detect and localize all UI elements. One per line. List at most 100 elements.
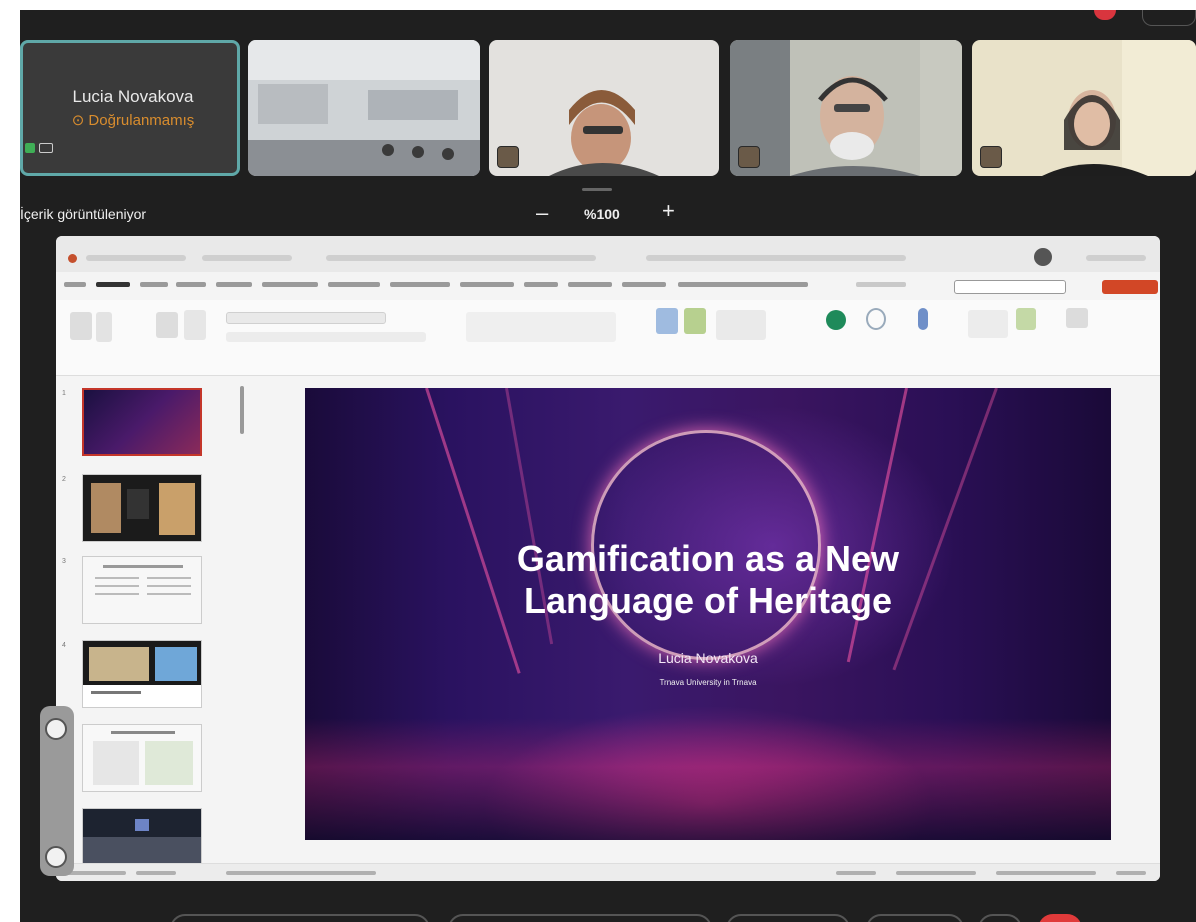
notes-button[interactable]	[836, 871, 876, 875]
quick-access-toolbar	[202, 255, 292, 261]
top-right-button[interactable]	[1142, 10, 1196, 26]
drawing-tools[interactable]	[716, 310, 766, 340]
sensitivity-tools[interactable]	[968, 310, 1008, 338]
designer-icon[interactable]	[826, 310, 846, 330]
paragraph-tools[interactable]	[466, 312, 616, 342]
tab-animations[interactable]	[328, 282, 380, 287]
participant-tile-4[interactable]	[972, 40, 1196, 176]
tab-home[interactable]	[96, 282, 130, 287]
thumbnail-image	[95, 565, 191, 595]
slide-title: Gamification as a New Language of Herita…	[305, 538, 1111, 622]
rotate-icon[interactable]	[45, 718, 67, 740]
paste-icon[interactable]	[70, 312, 92, 340]
slide-institution: Trnava University in Trnava	[659, 678, 757, 687]
slide-author: Lucia Novakova	[658, 650, 758, 666]
more-button[interactable]	[866, 914, 964, 922]
slide-title-line: Gamification as a New	[516, 538, 900, 579]
slide-thumbnail[interactable]	[82, 640, 202, 708]
zoom-slider[interactable]	[996, 871, 1096, 875]
zoom-in-button[interactable]: +	[662, 198, 675, 224]
settings-icon[interactable]	[45, 846, 67, 868]
font-format-tools[interactable]	[226, 332, 426, 342]
video-feed	[730, 40, 962, 176]
thumb-number: 3	[62, 558, 66, 565]
share-controls[interactable]	[448, 914, 712, 922]
light-beam	[892, 388, 998, 671]
floating-control-panel	[40, 706, 74, 876]
slide-thumbnail[interactable]	[82, 474, 202, 542]
tab-draw[interactable]	[176, 282, 206, 287]
extra-tools[interactable]	[1066, 308, 1088, 328]
share-button[interactable]	[1102, 280, 1158, 294]
tab-help[interactable]	[622, 282, 666, 287]
tile-scroll-indicator[interactable]	[582, 188, 612, 191]
participant-tile-self[interactable]: Lucia Novakova ⊙ Doğrulanmamış	[20, 40, 240, 176]
captions-icon	[39, 143, 53, 153]
search-box	[646, 255, 906, 261]
window-controls[interactable]	[1086, 255, 1146, 261]
tab-file[interactable]	[64, 282, 86, 287]
tab-record[interactable]	[460, 282, 514, 287]
zoom-out-button[interactable]: –	[536, 200, 548, 226]
mic-icon	[25, 143, 35, 153]
fit-slide-button[interactable]	[1116, 871, 1146, 875]
slide-thumbnail[interactable]	[82, 556, 202, 624]
dictate-icon[interactable]	[918, 308, 928, 330]
slide-thumbnail[interactable]	[82, 724, 202, 792]
video-feed	[248, 40, 480, 176]
participant-tile-3[interactable]	[730, 40, 962, 176]
meeting-window: Lucia Novakova ⊙ Doğrulanmamış İçerik gö…	[20, 10, 1196, 922]
layout-tools[interactable]	[184, 310, 206, 340]
video-feed	[972, 40, 1196, 176]
tab-view[interactable]	[568, 282, 612, 287]
participant-tile-2[interactable]	[489, 40, 719, 176]
tab-extra[interactable]	[856, 282, 906, 287]
zoom-level: %100	[584, 206, 620, 222]
tab-addin[interactable]	[678, 282, 808, 287]
status-bar	[56, 863, 1160, 881]
light-beam	[425, 388, 521, 674]
participant-badge	[497, 146, 519, 168]
reactions-button[interactable]	[726, 914, 850, 922]
ribbon-tabs	[56, 276, 1160, 298]
tab-slideshow[interactable]	[390, 282, 450, 287]
tab-review[interactable]	[524, 282, 558, 287]
tab-transitions[interactable]	[262, 282, 318, 287]
end-call-button[interactable]	[1038, 914, 1082, 922]
main-slide[interactable]: Gamification as a New Language of Herita…	[305, 388, 1111, 840]
recording-indicator[interactable]	[1094, 10, 1116, 20]
thumb-number: 4	[62, 642, 66, 649]
clipboard-tools[interactable]	[96, 312, 112, 342]
app-icon	[68, 254, 77, 263]
arrange-icon[interactable]	[684, 308, 706, 334]
view-buttons[interactable]	[896, 871, 976, 875]
participant-name: Lucia Novakova	[72, 87, 194, 106]
participant-tile-room[interactable]	[248, 40, 480, 176]
avatar[interactable]	[1034, 248, 1052, 266]
ribbon-toolbar	[56, 300, 1160, 376]
mic-camera-controls[interactable]	[170, 914, 430, 922]
slide-counter	[66, 871, 126, 875]
slide-thumbnail[interactable]	[82, 388, 202, 456]
shared-screen-powerpoint: 1 2 3 4 5 6	[56, 236, 1160, 881]
thumb-number: 2	[62, 476, 66, 483]
slide-title-line: Language of Heritage	[523, 580, 893, 621]
video-feed	[489, 40, 719, 176]
thumbnail-image	[83, 641, 201, 694]
present-button[interactable]	[954, 280, 1066, 294]
participant-badge	[738, 146, 760, 168]
addins-icon[interactable]	[1016, 308, 1036, 330]
status-message	[226, 871, 376, 875]
new-slide-icon[interactable]	[156, 312, 178, 338]
search-icon[interactable]	[866, 308, 886, 330]
tab-insert[interactable]	[140, 282, 168, 287]
quick-access-toolbar	[86, 255, 186, 261]
tab-design[interactable]	[216, 282, 252, 287]
thumbnail-scrollbar[interactable]	[240, 386, 244, 434]
thumbnail-image	[91, 483, 195, 535]
convert-icon[interactable]	[656, 308, 678, 334]
accessibility-status[interactable]	[136, 871, 176, 875]
window-titlebar	[56, 236, 1160, 272]
font-name-field[interactable]	[226, 312, 386, 324]
options-button[interactable]	[978, 914, 1022, 922]
